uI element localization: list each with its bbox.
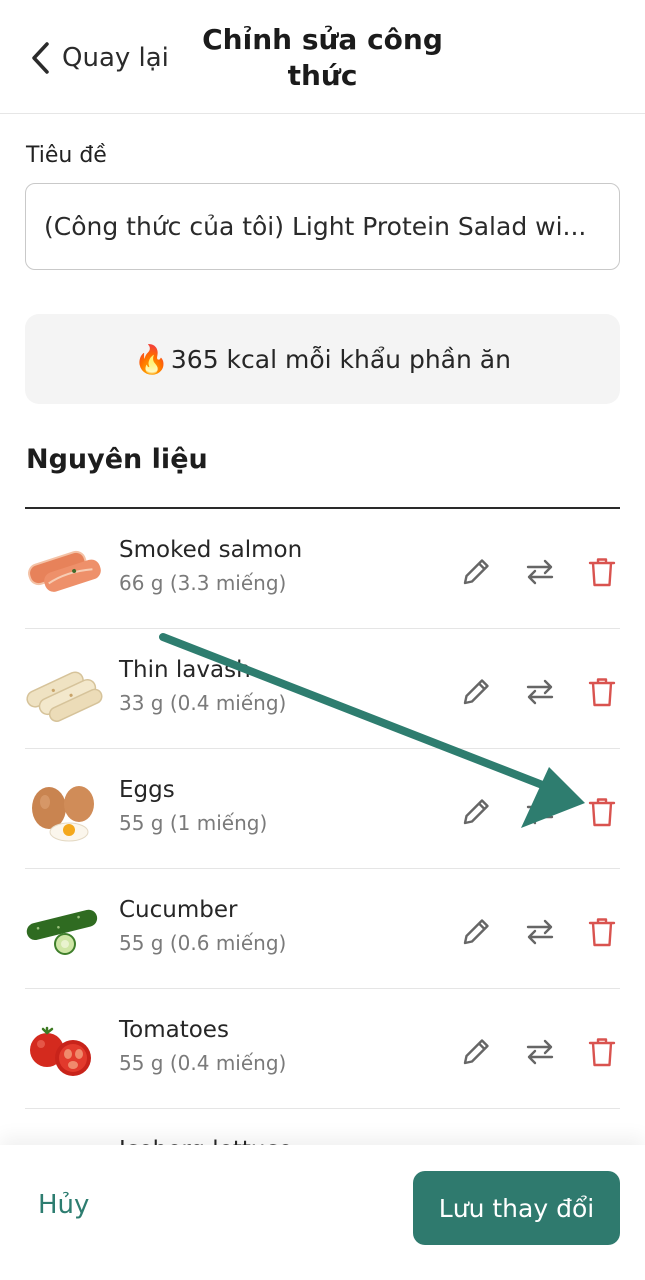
back-button[interactable]: Quay lại — [30, 40, 169, 76]
bottom-action-bar: Hủy Lưu thay đổi — [0, 1145, 645, 1280]
eggs-image — [32, 786, 94, 842]
swap-icon[interactable] — [523, 915, 557, 949]
swap-icon[interactable] — [523, 1035, 557, 1069]
ingredient-name: Iceberg lettuce — [119, 1137, 292, 1145]
page-title: Chỉnh sửa công thức — [202, 23, 443, 92]
pencil-icon[interactable] — [459, 915, 493, 949]
ingredient-row: Eggs 55 g (1 miếng) — [25, 749, 620, 869]
smoked-salmon-image — [28, 550, 101, 592]
ingredients-heading: Nguyên liệu — [26, 444, 208, 475]
title-input-value: (Công thức của tôi) Light Protein Salad … — [44, 212, 587, 241]
ingredient-name: Cucumber — [119, 897, 238, 923]
calories-summary: 🔥 365 kcal mỗi khẩu phần ăn — [25, 314, 620, 404]
swap-icon[interactable] — [523, 675, 557, 709]
chevron-left-icon — [32, 42, 49, 74]
pencil-icon[interactable] — [459, 555, 493, 589]
ingredient-quantity: 55 g (0.4 miếng) — [119, 1051, 287, 1075]
ingredient-row: Smoked salmon 66 g (3.3 miếng) — [25, 509, 620, 629]
ingredient-name: Smoked salmon — [119, 537, 303, 563]
fire-icon: 🔥 — [134, 342, 169, 376]
cancel-button[interactable]: Hủy — [38, 1190, 89, 1220]
ingredient-row: Iceberg lettuce — [25, 1109, 620, 1145]
title-input[interactable]: (Công thức của tôi) Light Protein Salad … — [25, 183, 620, 270]
pencil-icon[interactable] — [459, 1035, 493, 1069]
lettuce-image — [25, 1134, 103, 1145]
trash-icon[interactable] — [585, 1035, 619, 1069]
ingredient-row: Tomatoes 55 g (0.4 miếng) — [25, 989, 620, 1109]
ingredient-name: Eggs — [119, 777, 175, 803]
swap-icon[interactable] — [523, 795, 557, 829]
lavash-image — [26, 671, 103, 722]
pencil-icon[interactable] — [459, 675, 493, 709]
ingredient-quantity: 66 g (3.3 miếng) — [119, 571, 287, 595]
ingredient-name: Tomatoes — [119, 1017, 229, 1043]
save-changes-button[interactable]: Lưu thay đổi — [413, 1171, 620, 1245]
ingredient-quantity: 55 g (1 miếng) — [119, 811, 268, 835]
ingredient-row: Thin lavash 33 g (0.4 miếng) — [25, 629, 620, 749]
calories-text: 365 kcal mỗi khẩu phần ăn — [170, 344, 511, 374]
swap-icon[interactable] — [523, 555, 557, 589]
tomatoes-image — [30, 1026, 91, 1076]
trash-icon[interactable] — [585, 915, 619, 949]
trash-icon[interactable] — [585, 555, 619, 589]
cucumber-image — [26, 909, 98, 955]
ingredient-quantity: 33 g (0.4 miếng) — [119, 691, 287, 715]
ingredient-name: Thin lavash — [119, 657, 251, 683]
title-field-label: Tiêu đề — [26, 143, 107, 168]
ingredient-row: Cucumber 55 g (0.6 miếng) — [25, 869, 620, 989]
pencil-icon[interactable] — [459, 795, 493, 829]
trash-icon[interactable] — [585, 795, 619, 829]
ingredient-quantity: 55 g (0.6 miếng) — [119, 931, 287, 955]
trash-icon[interactable] — [585, 675, 619, 709]
back-label: Quay lại — [62, 43, 169, 73]
top-bar: Quay lại Chỉnh sửa công thức — [0, 0, 645, 114]
ingredient-list: Smoked salmon 66 g (3.3 miếng) Thin lava… — [25, 509, 620, 1145]
